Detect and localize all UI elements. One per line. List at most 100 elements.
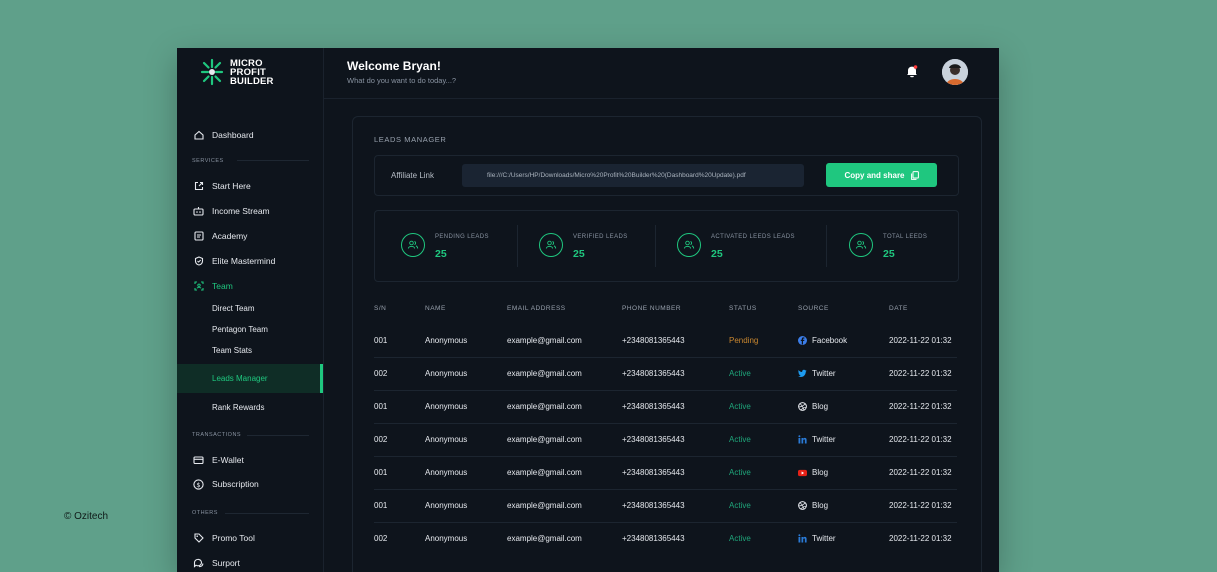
- cell-name: Anonymous: [425, 435, 468, 444]
- sidebar-item-label: Dashboard: [212, 130, 254, 140]
- cell-phone: +2348081365443: [622, 435, 685, 444]
- welcome-title: Welcome Bryan!: [347, 59, 441, 73]
- sidebar-item-elite-mastermind[interactable]: Elite Mastermind: [177, 250, 323, 272]
- cell-source: Twitter: [798, 369, 836, 378]
- table-row[interactable]: 001 Anonymous example@gmail.com +2348081…: [374, 489, 957, 523]
- sidebar-subitem-leads-manager[interactable]: Leads Manager: [177, 364, 323, 393]
- stat-label: TOTAL LEEDS: [883, 234, 928, 240]
- bell-icon[interactable]: [905, 64, 919, 78]
- affiliate-label: Affiliate Link: [391, 171, 434, 180]
- cell-status: Active: [729, 369, 751, 378]
- stat-label: PENDING LEADS: [435, 234, 489, 240]
- stat-value: 25: [883, 248, 895, 260]
- cell-status: Active: [729, 534, 751, 543]
- sidebar-item-start-here[interactable]: Start Here: [177, 175, 323, 197]
- sidebar-item-subscription[interactable]: $ Subscription: [177, 473, 323, 495]
- sidebar-item-label: Team: [212, 281, 233, 291]
- cell-source: Twitter: [798, 435, 836, 444]
- dribbble-icon: [798, 402, 807, 411]
- cell-sn: 001: [374, 501, 388, 510]
- sidebar-item-support[interactable]: Surport: [177, 552, 323, 572]
- cell-phone: +2348081365443: [622, 468, 685, 477]
- table-row[interactable]: 001 Anonymous example@gmail.com +2348081…: [374, 390, 957, 424]
- table-row[interactable]: 002 Anonymous example@gmail.com +2348081…: [374, 357, 957, 391]
- cell-email: example@gmail.com: [507, 435, 582, 444]
- cell-email: example@gmail.com: [507, 336, 582, 345]
- sidebar-item-income-stream[interactable]: Income Stream: [177, 200, 323, 222]
- column-header-date: DATE: [889, 305, 908, 312]
- sidebar-subitem-team-stats[interactable]: Team Stats: [212, 346, 252, 355]
- sidebar-item-e-wallet[interactable]: E-Wallet: [177, 449, 323, 471]
- cell-phone: +2348081365443: [622, 534, 685, 543]
- source-label: Blog: [812, 501, 829, 510]
- app-window: MICRO PROFIT BUILDER Dashboard SERVICES …: [177, 48, 999, 572]
- sidebar-subitem-direct-team[interactable]: Direct Team: [212, 304, 255, 313]
- avatar-person-icon: [942, 59, 968, 85]
- team-icon: [193, 281, 204, 292]
- divider: [237, 160, 309, 161]
- sidebar-item-label: Promo Tool: [212, 533, 255, 543]
- cell-source: Facebook: [798, 336, 847, 345]
- cell-sn: 001: [374, 468, 388, 477]
- divider: [655, 225, 656, 267]
- sidebar-item-academy[interactable]: Academy: [177, 225, 323, 247]
- wallet-icon: [193, 455, 204, 466]
- cell-sn: 002: [374, 369, 388, 378]
- users-icon: [677, 233, 701, 257]
- source-label: Twitter: [812, 369, 836, 378]
- book-icon: [193, 231, 204, 242]
- affiliate-link-input[interactable]: [462, 164, 804, 187]
- cell-email: example@gmail.com: [507, 501, 582, 510]
- linkedin-icon: [798, 534, 807, 543]
- copy-and-share-button[interactable]: Copy and share: [826, 163, 937, 187]
- divider: [826, 225, 827, 267]
- cell-source: Twitter: [798, 534, 836, 543]
- sidebar-item-dashboard[interactable]: Dashboard: [177, 124, 323, 146]
- sidebar-item-label: Income Stream: [212, 206, 270, 216]
- stat-label: VERIFIED LEADS: [573, 234, 628, 240]
- copy-button-label: Copy and share: [844, 170, 905, 180]
- card-title: LEADS MANAGER: [374, 135, 447, 144]
- divider: [247, 435, 309, 436]
- column-header-source: SOURCE: [798, 305, 829, 312]
- cell-email: example@gmail.com: [507, 534, 582, 543]
- sidebar-subitem-pentagon-team[interactable]: Pentagon Team: [212, 325, 268, 334]
- cell-phone: +2348081365443: [622, 501, 685, 510]
- cell-sn: 001: [374, 402, 388, 411]
- sidebar-item-label: Elite Mastermind: [212, 256, 276, 266]
- users-icon: [401, 233, 425, 257]
- sidebar-subitem-rank-rewards[interactable]: Rank Rewards: [212, 403, 264, 412]
- table-row[interactable]: 001 Anonymous example@gmail.com +2348081…: [374, 324, 957, 358]
- stat-label: ACTIVATED LEEDS LEADS: [711, 234, 795, 240]
- cell-name: Anonymous: [425, 468, 468, 477]
- cell-date: 2022-11-22 01:32: [889, 336, 952, 345]
- sidebar-item-team[interactable]: Team: [177, 275, 323, 297]
- cell-status: Pending: [729, 336, 759, 345]
- sidebar: MICRO PROFIT BUILDER Dashboard SERVICES …: [177, 48, 324, 572]
- column-header-phone: PHONE NUMBER: [622, 305, 682, 312]
- facebook-icon: [798, 336, 807, 345]
- users-icon: [849, 233, 873, 257]
- youtube-icon: [798, 468, 807, 477]
- sidebar-item-label: E-Wallet: [212, 455, 244, 465]
- sidebar-item-promo-tool[interactable]: Promo Tool: [177, 527, 323, 549]
- dribbble-icon: [798, 501, 807, 510]
- source-label: Twitter: [812, 435, 836, 444]
- brand-logo[interactable]: MICRO PROFIT BUILDER: [199, 58, 274, 86]
- source-label: Blog: [812, 468, 829, 477]
- cell-email: example@gmail.com: [507, 369, 582, 378]
- table-row[interactable]: 002 Anonymous example@gmail.com +2348081…: [374, 522, 957, 555]
- users-icon: [539, 233, 563, 257]
- divider: [225, 513, 309, 514]
- table-row[interactable]: 002 Anonymous example@gmail.com +2348081…: [374, 423, 957, 457]
- cell-phone: +2348081365443: [622, 402, 685, 411]
- brand-line-3: BUILDER: [230, 75, 274, 87]
- table-row[interactable]: 001 Anonymous example@gmail.com +2348081…: [374, 456, 957, 490]
- dollar-icon: $: [193, 478, 204, 490]
- column-header-email: EMAIL ADDRESS: [507, 305, 566, 312]
- cell-date: 2022-11-22 01:32: [889, 435, 952, 444]
- divider: [517, 225, 518, 267]
- sidebar-item-label: Surport: [212, 558, 240, 568]
- external-link-icon: [193, 181, 204, 192]
- user-avatar[interactable]: [942, 59, 968, 85]
